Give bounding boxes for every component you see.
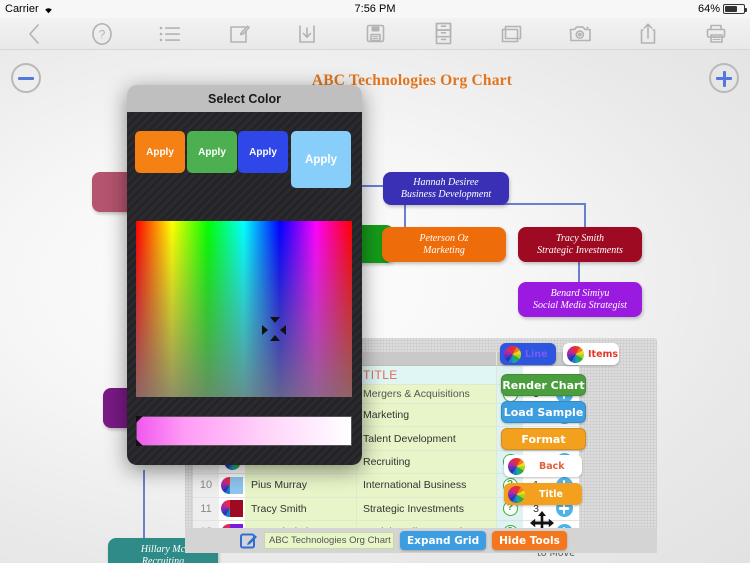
org-node-line1: Peterson Oz xyxy=(419,232,469,244)
org-node-line2: Marketing xyxy=(423,244,465,256)
row-number: 10 xyxy=(193,474,219,498)
zoom-in-button[interactable] xyxy=(709,63,739,93)
color-wheel-icon xyxy=(567,345,584,363)
render-chart-label: Render Chart xyxy=(502,378,585,392)
row-title: Recruiting xyxy=(357,450,497,475)
items-color-button[interactable]: Items xyxy=(563,343,619,365)
row-title: Marketing xyxy=(357,404,497,428)
load-sample-button[interactable]: Load Sample xyxy=(501,401,586,423)
expand-grid-button[interactable]: Expand Grid xyxy=(400,531,487,550)
render-chart-button[interactable]: Render Chart xyxy=(501,374,586,396)
title-color-button[interactable]: Title xyxy=(504,483,582,505)
brightness-slider[interactable] xyxy=(136,416,352,446)
edit-pencil-icon[interactable] xyxy=(240,532,258,550)
row-title: Mergers & Acquisitions xyxy=(357,385,497,404)
apply-lightblue-button[interactable]: Apply xyxy=(291,131,351,188)
apply-label: Apply xyxy=(305,153,337,166)
apply-label: Apply xyxy=(249,146,277,158)
help-button[interactable]: ? xyxy=(68,18,136,50)
format-button[interactable]: Format xyxy=(501,428,586,450)
color-wheel-icon xyxy=(504,345,521,363)
bottom-bar: ABC Technologies Org Chart Expand Grid H… xyxy=(185,528,657,553)
chart-canvas[interactable]: ABC Technologies Org Chart Hannah Desire… xyxy=(0,50,750,563)
crosshair-right-triangle xyxy=(280,325,286,335)
dialog-body: Apply Apply Apply Apply xyxy=(127,112,362,465)
org-node-line1: Benard Simiyu xyxy=(550,287,610,299)
apply-orange-button[interactable]: Apply xyxy=(135,131,185,173)
svg-text:?: ? xyxy=(99,27,106,41)
header-title-blank xyxy=(357,352,497,366)
column-header-title: TITLE xyxy=(357,366,497,385)
row-title: International Business xyxy=(357,474,497,498)
line-color-button[interactable]: Line xyxy=(500,343,556,365)
row-swatch[interactable] xyxy=(219,497,245,521)
line-label: Line xyxy=(525,348,548,360)
org-node-line1: Hannah Desiree xyxy=(413,176,479,188)
slider-top-marker xyxy=(136,416,143,423)
load-sample-label: Load Sample xyxy=(503,405,584,419)
row-name: Pius Murray xyxy=(245,474,357,498)
battery-icon xyxy=(723,4,747,14)
org-node-line2: Strategic Investments xyxy=(537,244,623,256)
print-button[interactable] xyxy=(682,18,750,50)
camera-button[interactable] xyxy=(546,18,614,50)
org-node-tracy[interactable]: Tracy Smith Strategic Investments xyxy=(518,227,642,262)
org-node-line2: Business Development xyxy=(400,188,492,200)
back-button[interactable] xyxy=(0,18,68,50)
org-node-benard[interactable]: Benard Simiyu Social Media Strategist xyxy=(518,282,642,317)
back-label: Back xyxy=(539,460,565,472)
connector-line xyxy=(143,470,145,538)
zoom-out-button[interactable] xyxy=(11,63,41,93)
back-color-button[interactable]: Back xyxy=(504,455,582,477)
windows-button[interactable] xyxy=(477,18,545,50)
org-node-line2: Social Media Strategist xyxy=(533,299,627,311)
color-wheel-icon xyxy=(508,485,525,503)
format-label: Format xyxy=(521,432,566,446)
row-swatch[interactable] xyxy=(219,474,245,498)
compose-button[interactable] xyxy=(205,18,273,50)
chart-title-input[interactable]: ABC Technologies Org Chart xyxy=(264,532,394,549)
items-label: Items xyxy=(588,348,619,360)
hide-tools-button[interactable]: Hide Tools xyxy=(492,531,567,550)
crosshair-bottom-triangle xyxy=(270,335,280,341)
color-wheel-icon xyxy=(508,457,525,475)
download-button[interactable] xyxy=(273,18,341,50)
archive-button[interactable] xyxy=(409,18,477,50)
color-crosshair-marker[interactable] xyxy=(262,317,286,341)
value-gradient-layer xyxy=(136,221,352,397)
row-title: Talent Development xyxy=(357,427,497,451)
org-node-line1: Hillary Mc xyxy=(140,544,186,555)
slider-bottom-marker xyxy=(136,439,143,446)
apply-green-button[interactable]: Apply xyxy=(187,131,237,173)
select-color-dialog[interactable]: Select Color Apply Apply Apply Apply xyxy=(127,85,362,465)
org-node-line2: Recruiting xyxy=(141,556,185,563)
save-button[interactable] xyxy=(341,18,409,50)
apply-label: Apply xyxy=(198,146,226,158)
saturation-value-gradient[interactable] xyxy=(136,221,352,397)
app-root: Carrier 7:56 PM 64% ? ABC Technologies O… xyxy=(0,0,750,563)
crosshair-top-triangle xyxy=(270,317,280,323)
org-node-hannah[interactable]: Hannah Desiree Business Development xyxy=(383,172,509,205)
status-bar: Carrier 7:56 PM 64% xyxy=(0,0,750,18)
title-label: Title xyxy=(539,488,563,500)
org-node-line1: Tracy Smith xyxy=(555,232,605,244)
status-right: 64% xyxy=(697,0,747,18)
list-button[interactable] xyxy=(136,18,204,50)
connector-line xyxy=(578,260,580,284)
crosshair-left-triangle xyxy=(262,325,268,335)
main-toolbar: ? xyxy=(0,18,750,50)
apply-blue-button[interactable]: Apply xyxy=(238,131,288,173)
row-number: 11 xyxy=(193,497,219,521)
dialog-title: Select Color xyxy=(127,85,362,112)
share-button[interactable] xyxy=(614,18,682,50)
clock-label: 7:56 PM xyxy=(354,3,396,15)
apply-label: Apply xyxy=(146,146,174,158)
row-title: Strategic Investments xyxy=(357,497,497,521)
row-name: Tracy Smith xyxy=(245,497,357,521)
org-node-peterson[interactable]: Peterson Oz Marketing xyxy=(382,227,506,262)
battery-percent-label: 64% xyxy=(697,3,720,15)
